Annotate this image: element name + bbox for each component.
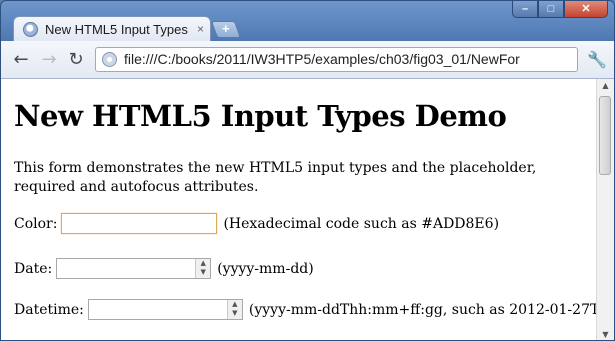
tab-title: New HTML5 Input Types: [45, 22, 188, 37]
scroll-down-icon[interactable]: ▼: [597, 328, 614, 340]
intro-text: This form demonstrates the new HTML5 inp…: [14, 160, 537, 195]
scroll-up-icon[interactable]: ▲: [597, 79, 614, 93]
reload-button[interactable]: ↻: [65, 49, 87, 71]
address-bar[interactable]: file:///C:/books/2011/IW3HTP5/examples/c…: [95, 47, 578, 72]
datetime-spinner[interactable]: ▲ ▼: [226, 300, 242, 319]
page-icon: [102, 52, 117, 67]
maximize-button[interactable]: □: [538, 1, 564, 18]
date-label: Date:: [14, 260, 53, 277]
page-title: New HTML5 Input Types Demo: [14, 99, 507, 133]
address-text[interactable]: file:///C:/books/2011/IW3HTP5/examples/c…: [124, 51, 574, 67]
minimize-button[interactable]: –: [512, 1, 538, 18]
wrench-menu-icon[interactable]: 🔧: [586, 49, 608, 71]
datetime-hint: (yyyy-mm-ddThh:mm+ff:gg, such as 2012-01…: [248, 301, 596, 318]
page-viewport: New HTML5 Input Types Demo This form dem…: [1, 79, 596, 340]
new-tab-button[interactable]: +: [210, 21, 242, 38]
datetime-row: Datetime: ▲ ▼ (yyyy-mm-ddThh:mm+ff:gg, s…: [14, 299, 596, 320]
scrollbar-thumb[interactable]: [599, 96, 611, 175]
window-controls: – □ ✕: [512, 1, 608, 19]
back-button[interactable]: ←: [10, 49, 32, 71]
vertical-scrollbar[interactable]: ▲ ▼: [596, 79, 614, 340]
color-hint: (Hexadecimal code such as #ADD8E6): [223, 215, 500, 232]
forward-button[interactable]: →: [38, 49, 60, 71]
tab-close-icon[interactable]: ×: [197, 21, 204, 37]
color-row: Color: (Hexadecimal code such as #ADD8E6…: [14, 213, 499, 234]
date-hint: (yyyy-mm-dd): [217, 260, 314, 277]
spinner-down-icon[interactable]: ▼: [228, 309, 242, 318]
spinner-down-icon[interactable]: ▼: [196, 268, 210, 277]
date-input[interactable]: ▲ ▼: [56, 258, 212, 279]
date-row: Date: ▲ ▼ (yyyy-mm-dd): [14, 258, 314, 279]
spinner-up-icon[interactable]: ▲: [196, 259, 210, 268]
close-button[interactable]: ✕: [564, 1, 608, 18]
tab-strip: New HTML5 Input Types × + – □ ✕: [1, 1, 614, 42]
date-spinner[interactable]: ▲ ▼: [195, 259, 211, 278]
plus-icon: +: [222, 21, 230, 36]
tab-new-html5-input-types[interactable]: New HTML5 Input Types ×: [13, 16, 211, 42]
datetime-input[interactable]: ▲ ▼: [87, 299, 243, 320]
datetime-label: Datetime:: [14, 301, 84, 318]
color-input[interactable]: [61, 213, 218, 234]
color-label: Color:: [14, 215, 58, 232]
browser-window: New HTML5 Input Types × + – □ ✕ ← → ↻ fi…: [0, 0, 615, 341]
spinner-up-icon[interactable]: ▲: [228, 300, 242, 309]
globe-icon: [23, 22, 38, 37]
toolbar: ← → ↻ file:///C:/books/2011/IW3HTP5/exam…: [1, 41, 614, 79]
